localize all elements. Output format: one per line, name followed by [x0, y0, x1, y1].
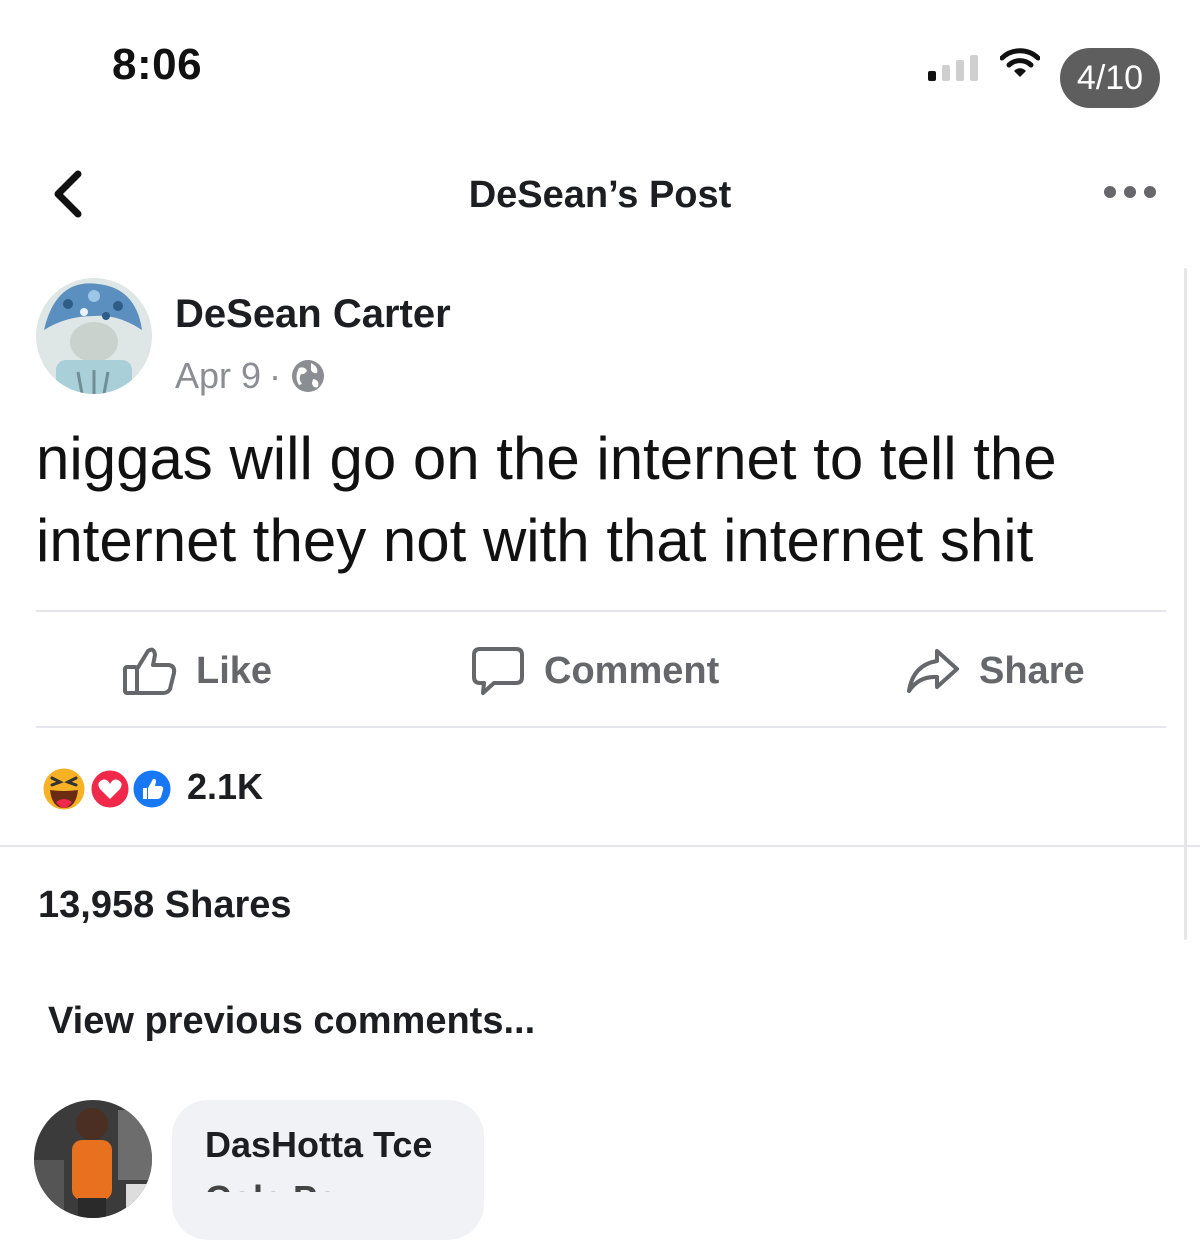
more-options-icon[interactable]	[1102, 180, 1158, 204]
commenter-avatar[interactable]	[34, 1100, 152, 1218]
thumbs-up-icon	[123, 647, 177, 695]
reaction-icons[interactable]	[34, 762, 174, 816]
status-time: 8:06	[112, 40, 203, 89]
like-label: Like	[196, 649, 273, 692]
meta-separator: ·	[269, 355, 282, 396]
comment-text: Cole Pezzy	[205, 1170, 393, 1192]
share-button[interactable]: Share	[905, 640, 1085, 702]
author-avatar[interactable]	[36, 278, 152, 394]
like-reaction-icon	[130, 767, 174, 811]
comment-button[interactable]: Comment	[470, 640, 719, 702]
share-label: Share	[979, 649, 1085, 692]
page-title: DeSean’s Post	[468, 174, 732, 216]
commenter-name[interactable]: DasHotta Tce	[205, 1124, 432, 1166]
reaction-count[interactable]: 2.1K	[187, 766, 263, 808]
comment-label: Comment	[544, 649, 720, 692]
post-meta: Apr 9 ·	[175, 354, 327, 398]
cellular-signal-icon	[928, 55, 978, 81]
love-reaction-icon	[88, 767, 132, 811]
divider	[0, 845, 1200, 847]
view-previous-comments-link[interactable]: View previous comments...	[48, 1000, 535, 1043]
share-arrow-icon	[907, 649, 959, 693]
haha-reaction-icon	[40, 765, 88, 813]
battery-indicator: 4/10	[1060, 48, 1160, 108]
post-date[interactable]: Apr 9	[175, 355, 261, 397]
battery-label: 4/10	[1076, 58, 1144, 97]
wifi-icon	[1000, 48, 1040, 77]
divider	[36, 610, 1166, 612]
author-name[interactable]: DeSean Carter	[175, 292, 451, 337]
shares-count[interactable]: 13,958 Shares	[38, 884, 292, 927]
post-text: niggas will go on the internet to tell t…	[36, 425, 1057, 574]
scrollbar[interactable]	[1184, 268, 1187, 940]
comment-icon	[472, 647, 524, 695]
globe-icon	[292, 360, 325, 392]
like-button[interactable]: Like	[122, 640, 272, 702]
divider	[36, 726, 1166, 728]
